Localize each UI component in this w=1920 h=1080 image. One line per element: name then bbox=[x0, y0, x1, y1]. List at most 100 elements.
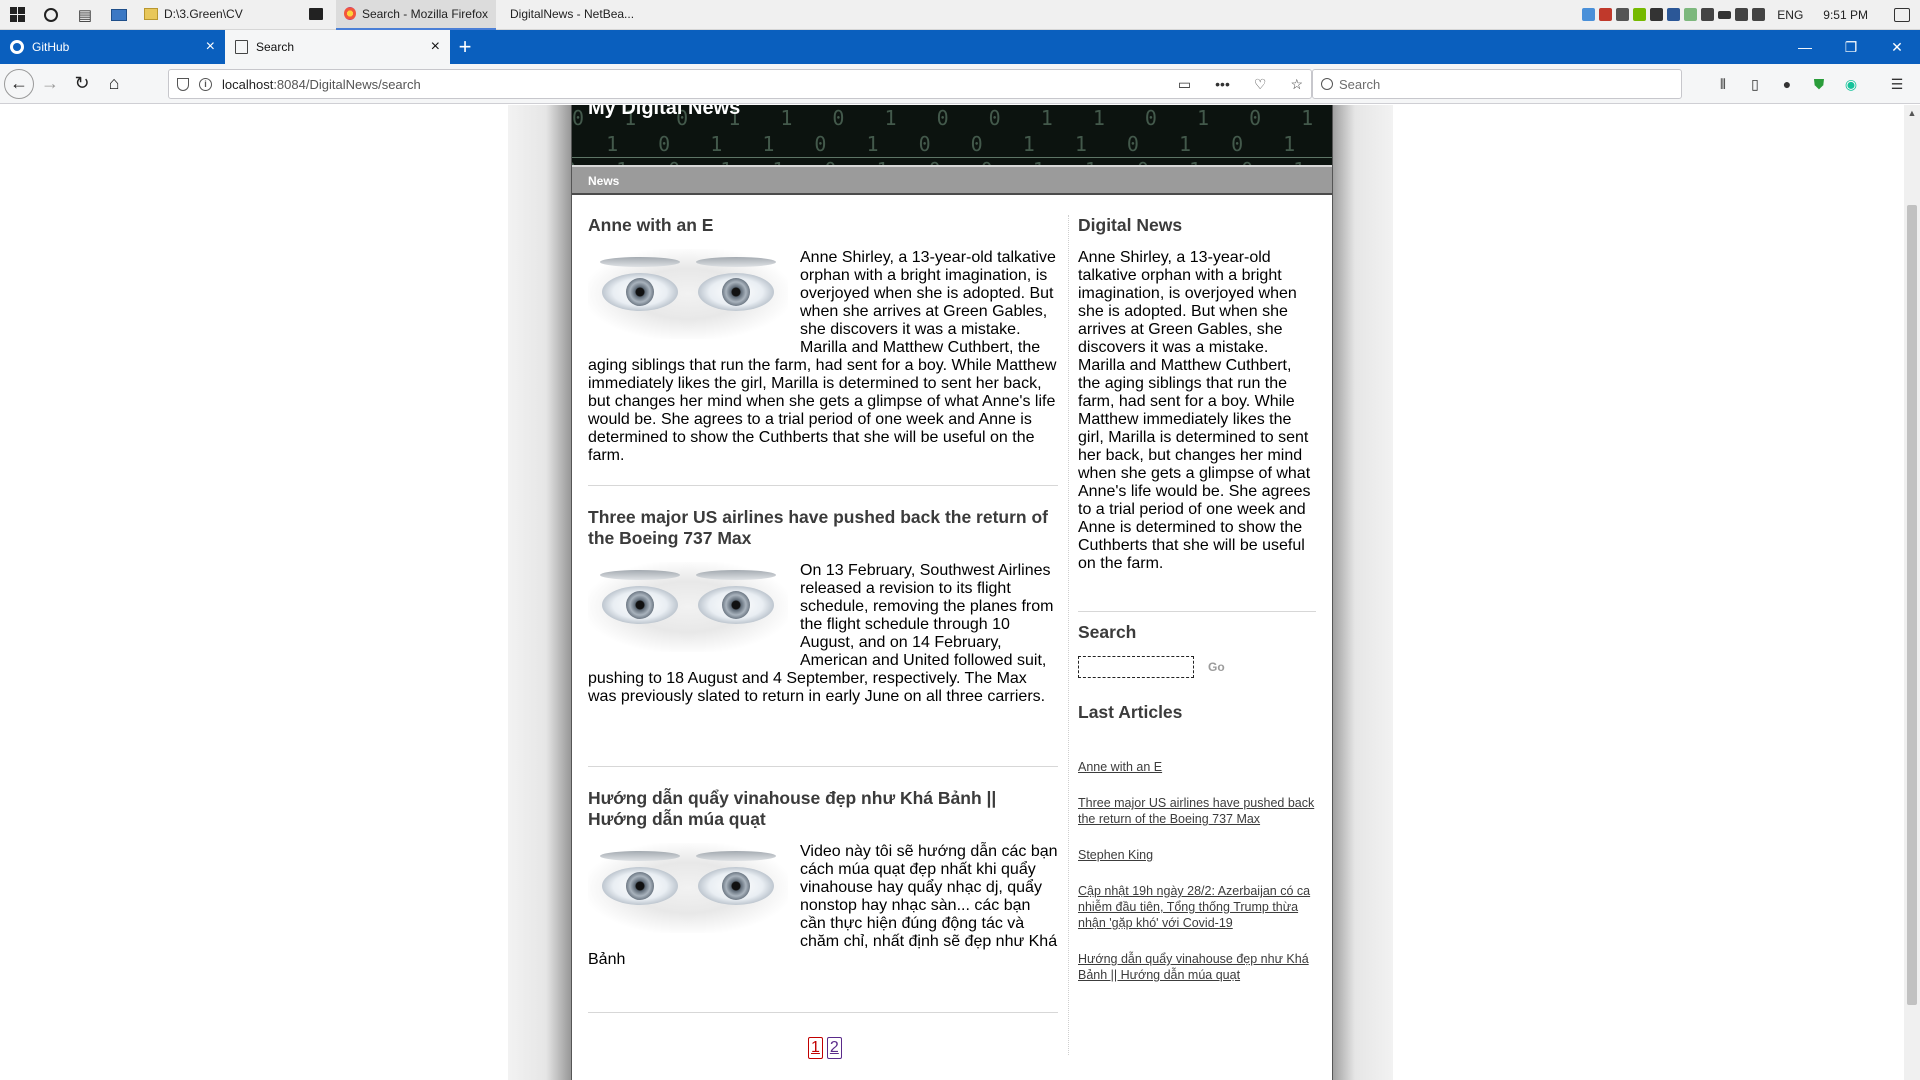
article-title: Three major US airlines have pushed back… bbox=[588, 507, 1048, 548]
article-title: Hướng dẫn quẩy vinahouse đẹp như Khá Bản… bbox=[588, 788, 997, 829]
home-button[interactable]: ⌂ bbox=[98, 68, 130, 100]
vpn-icon[interactable] bbox=[1650, 8, 1664, 21]
home-icon: ⌂ bbox=[108, 73, 120, 93]
page-scrollbar[interactable]: ▲ bbox=[1904, 105, 1920, 1080]
word-icon[interactable] bbox=[1667, 8, 1681, 21]
page-link-1[interactable]: 1 bbox=[808, 1037, 823, 1059]
last-article-link[interactable]: Cập nhật 19h ngày 28/2: Azerbaijan có ca… bbox=[1078, 883, 1316, 931]
close-tab-icon[interactable]: × bbox=[431, 39, 440, 55]
taskbar-task-explorer[interactable]: D:\3.Green\CV bbox=[136, 0, 296, 30]
article-item: Three major US airlines have pushed back… bbox=[588, 507, 1058, 767]
search-icon bbox=[1321, 78, 1333, 90]
scrollbar-thumb[interactable] bbox=[1907, 205, 1917, 1005]
article-item: Hướng dẫn quẩy vinahouse đẹp như Khá Bản… bbox=[588, 788, 1058, 1013]
tab-label: Search bbox=[256, 40, 295, 54]
iris-shape bbox=[722, 872, 750, 900]
app-red-icon[interactable] bbox=[1599, 8, 1613, 21]
cortana-button[interactable] bbox=[34, 0, 68, 30]
battery-icon[interactable] bbox=[1718, 10, 1732, 19]
sidebar-icon[interactable]: ▯ bbox=[1744, 73, 1766, 95]
adblock-icon[interactable]: ⛊ bbox=[1808, 73, 1830, 95]
taskbar-task-label: Search - Mozilla Firefox bbox=[361, 6, 488, 21]
menu-news-link[interactable]: News bbox=[588, 174, 619, 188]
last-article-link[interactable]: Anne with an E bbox=[1078, 759, 1316, 775]
back-button[interactable]: ← bbox=[4, 68, 34, 99]
article-title: Anne with an E bbox=[588, 215, 714, 235]
browser-tab-strip: GitHub × Search × + — ❐ ✕ bbox=[0, 30, 1920, 64]
taskbar-task-label: D:\3.Green\CV bbox=[164, 6, 243, 21]
restore-button[interactable]: ❐ bbox=[1828, 30, 1874, 64]
grammarly-icon[interactable]: ◉ bbox=[1840, 73, 1862, 95]
search-input[interactable] bbox=[1078, 656, 1194, 678]
url-text[interactable]: localhost:8084/DigitalNews/search bbox=[222, 77, 1154, 92]
sidebar-divider bbox=[1078, 611, 1316, 612]
firefox-icon bbox=[344, 7, 356, 20]
taskbar-task-firefox[interactable]: Search - Mozilla Firefox bbox=[336, 0, 496, 30]
url-path: :8084/DigitalNews/search bbox=[273, 76, 421, 92]
iris-shape bbox=[626, 872, 654, 900]
tab-github[interactable]: GitHub × bbox=[0, 30, 225, 64]
nvidia-icon[interactable] bbox=[1633, 8, 1647, 21]
reload-button[interactable]: ↻ bbox=[66, 68, 98, 100]
library-icon[interactable]: ⫴ bbox=[1712, 73, 1734, 95]
sync-icon[interactable] bbox=[1684, 8, 1698, 21]
address-bar[interactable]: i localhost:8084/DigitalNews/search ▭ ••… bbox=[168, 69, 1312, 99]
volume-icon[interactable] bbox=[1752, 8, 1766, 21]
language-indicator[interactable]: ENG bbox=[1777, 8, 1803, 22]
navigation-toolbar: ← → ↻ ⌂ i localhost:8084/DigitalNews/sea… bbox=[0, 64, 1920, 104]
bag-icon bbox=[309, 7, 323, 20]
last-article-link[interactable]: Stephen King bbox=[1078, 847, 1316, 863]
tab-search[interactable]: Search × bbox=[225, 30, 450, 64]
pocket-icon[interactable]: ♡ bbox=[1254, 76, 1267, 93]
close-tab-icon[interactable]: × bbox=[206, 39, 215, 55]
sidebar-last-articles-title: Last Articles bbox=[1078, 702, 1183, 722]
search-placeholder: Search bbox=[1339, 76, 1381, 92]
eye-shape bbox=[698, 867, 774, 905]
network-icon[interactable] bbox=[1735, 8, 1749, 21]
article-thumbnail bbox=[588, 562, 788, 652]
tracking-shield-icon[interactable] bbox=[177, 77, 189, 91]
taskbar-task-netbeans[interactable]: DigitalNews - NetBea... bbox=[496, 0, 636, 30]
go-button[interactable]: Go bbox=[1208, 660, 1225, 674]
account-icon[interactable]: ● bbox=[1776, 73, 1798, 95]
windows-start-button[interactable] bbox=[0, 0, 34, 30]
forward-button[interactable]: → bbox=[34, 68, 66, 100]
shield-tray-icon[interactable] bbox=[1616, 8, 1630, 21]
sidebar: Digital News Anne Shirley, a 13-year-old… bbox=[1078, 215, 1316, 1003]
article-thumbnail bbox=[588, 843, 788, 933]
eyebrow-shape bbox=[600, 851, 680, 861]
article-thumbnail bbox=[588, 249, 788, 339]
page-viewport: 0 1 0 1 1 0 1 0 0 1 1 0 1 0 1 1 0 1 0 0 … bbox=[0, 105, 1904, 1080]
windows-logo-icon bbox=[9, 7, 25, 22]
site-info-icon[interactable]: i bbox=[199, 77, 212, 91]
scroll-up-icon[interactable]: ▲ bbox=[1904, 105, 1920, 121]
page-actions-icon[interactable]: ••• bbox=[1215, 76, 1230, 92]
taskbar-task-store[interactable] bbox=[296, 0, 336, 30]
reader-view-icon[interactable]: ▭ bbox=[1178, 76, 1191, 93]
hidden-icon[interactable] bbox=[1701, 8, 1715, 21]
sidebar-about-text: Anne Shirley, a 13-year-old talkative or… bbox=[1078, 249, 1311, 572]
header-line bbox=[572, 157, 1332, 158]
page-link-2[interactable]: 2 bbox=[826, 1037, 842, 1059]
clock[interactable]: 9:51 PM bbox=[1823, 8, 1868, 22]
sidebar-search-form: Go bbox=[1078, 656, 1316, 678]
action-center-icon[interactable] bbox=[1894, 7, 1910, 22]
page-icon bbox=[235, 40, 248, 54]
close-window-button[interactable]: ✕ bbox=[1874, 30, 1920, 64]
menu-icon[interactable]: ☰ bbox=[1886, 73, 1908, 95]
last-article-link[interactable]: Three major US airlines have pushed back… bbox=[1078, 795, 1316, 827]
arrow-left-icon: ← bbox=[10, 73, 28, 93]
onedrive-icon[interactable] bbox=[1582, 8, 1596, 21]
last-article-link[interactable]: Hướng dẫn quẩy vinahouse đẹp như Khá Bản… bbox=[1078, 951, 1316, 983]
taskbar-app-button[interactable] bbox=[102, 0, 136, 30]
windows-taskbar: ▤ D:\3.Green\CV Search - Mozilla Firefox… bbox=[0, 0, 1920, 30]
task-view-button[interactable]: ▤ bbox=[68, 0, 102, 30]
minimize-button[interactable]: — bbox=[1782, 30, 1828, 64]
article-list: Anne with an E Anne Shirley, a 13-year-o… bbox=[588, 215, 1058, 1059]
site-container: 0 1 0 1 1 0 1 0 0 1 1 0 1 0 1 1 0 1 0 0 … bbox=[571, 105, 1333, 1080]
reload-icon: ↻ bbox=[74, 73, 90, 93]
browser-search-bar[interactable]: Search bbox=[1312, 69, 1682, 99]
bookmark-star-icon[interactable]: ☆ bbox=[1290, 76, 1303, 93]
new-tab-button[interactable]: + bbox=[450, 30, 480, 64]
eye-shape bbox=[602, 867, 678, 905]
